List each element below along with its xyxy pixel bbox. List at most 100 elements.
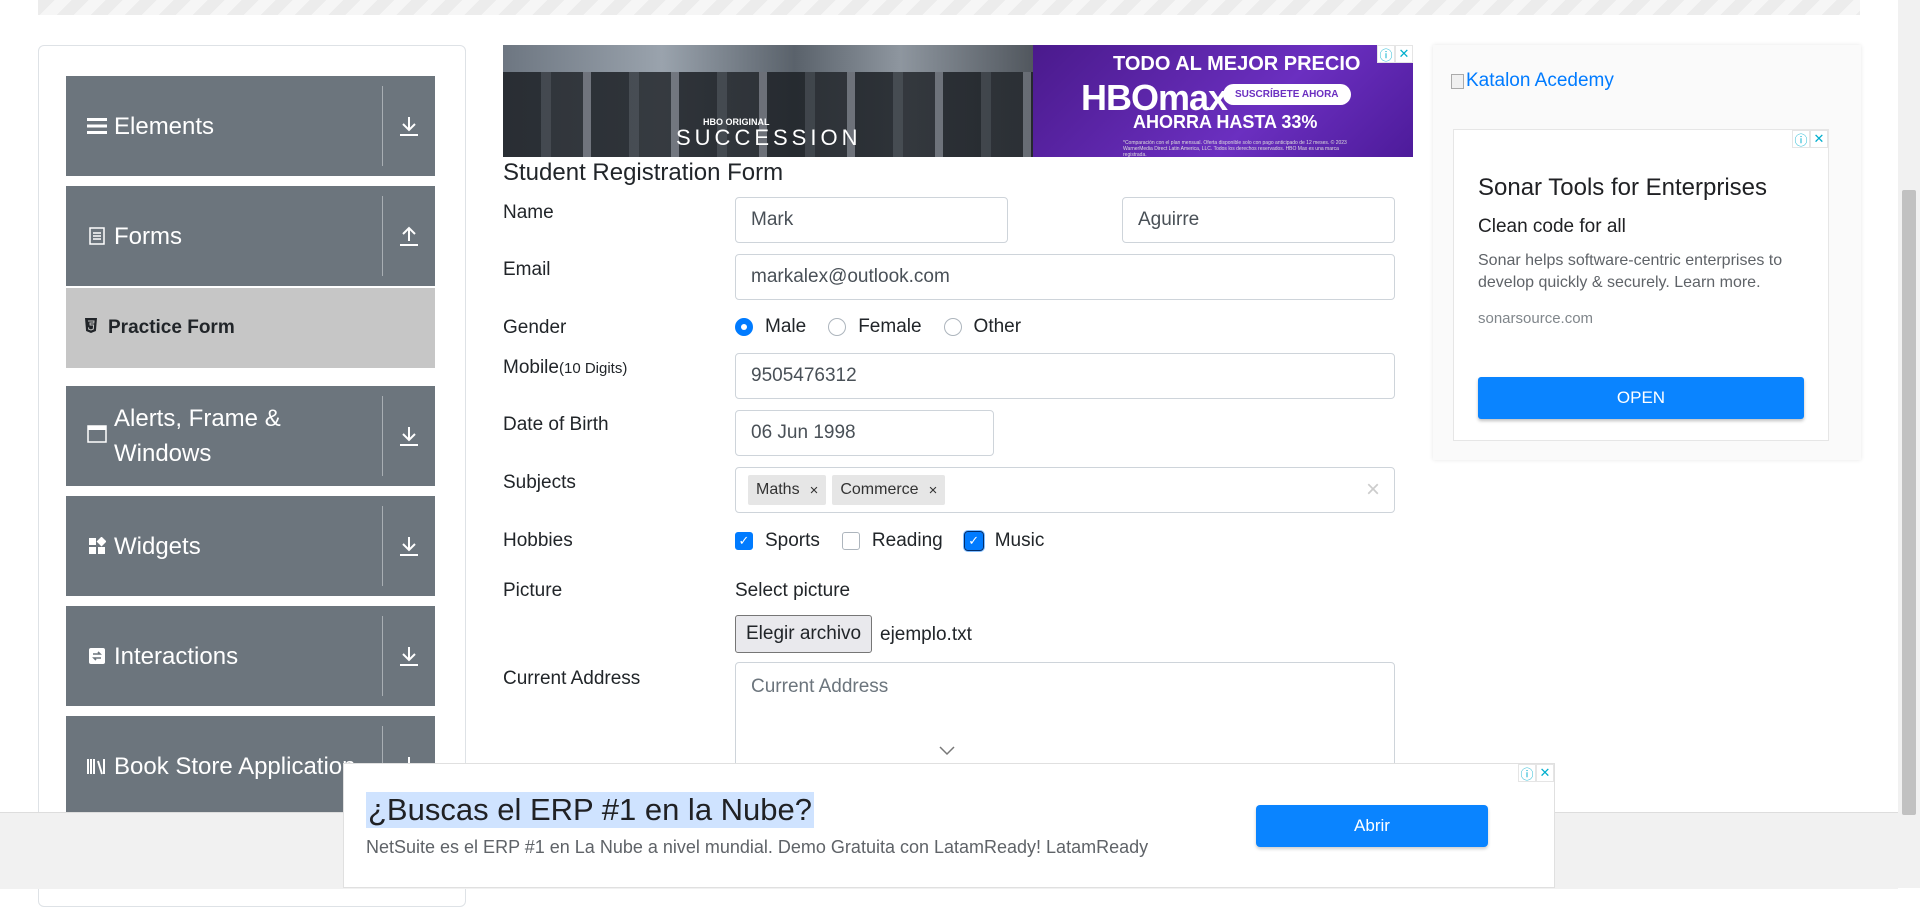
ad-info-icon[interactable]: ⓘ: [1377, 45, 1395, 63]
open-button[interactable]: OPEN: [1478, 377, 1804, 419]
date-of-birth-input[interactable]: 06 Jun 1998: [735, 410, 994, 456]
radio-button[interactable]: [943, 318, 962, 336]
side-ad: Katalon Acedemy ⓘ ✕ Sonar Tools for Ente…: [1433, 45, 1861, 460]
window-icon: [86, 423, 108, 445]
radio-button[interactable]: [735, 318, 753, 336]
last-name-input[interactable]: Aguirre: [1122, 197, 1395, 243]
checkbox[interactable]: [841, 532, 860, 550]
first-name-input[interactable]: Mark: [735, 197, 1008, 243]
download-icon[interactable]: [383, 496, 435, 596]
sidebar-group-elements[interactable]: Elements: [66, 76, 435, 176]
ad-close-icon[interactable]: ✕: [1536, 764, 1554, 782]
subject-chip: Maths ×: [748, 475, 827, 505]
banner-ad-promo: TODO AL MEJOR PRECIO HBOmax SUSCRÍBETE A…: [1033, 45, 1413, 157]
widgets-icon: [86, 535, 108, 557]
sonar-ad-body: Sonar helps software-centric enterprises…: [1478, 252, 1783, 291]
sonar-ad-title: Sonar Tools for Enterprises: [1478, 174, 1768, 201]
checkbox[interactable]: ✓: [735, 532, 753, 550]
books-icon: [86, 755, 108, 777]
banner-ad-headline: TODO AL MEJOR PRECIO: [1113, 53, 1361, 75]
document-icon: [86, 225, 108, 247]
subject-chip: Commerce ×: [832, 475, 946, 505]
radio-label: Male: [765, 316, 807, 337]
sidebar-group-widgets[interactable]: Widgets: [66, 496, 435, 596]
radio-button[interactable]: [828, 318, 847, 336]
current-address-label: Current Address: [503, 668, 641, 689]
menu-icon: [86, 115, 108, 137]
ad-choices: ⓘ ✕: [1377, 45, 1413, 63]
subjects-label: Subjects: [503, 472, 576, 493]
ad-close-icon[interactable]: ✕: [1395, 45, 1413, 63]
sidebar-group-alerts[interactable]: Alerts, Frame & Windows: [66, 386, 435, 486]
bottom-ad[interactable]: ⓘ ✕ ¿Buscas el ERP #1 en la Nube? NetSui…: [343, 763, 1555, 888]
clear-icon[interactable]: ×: [1366, 476, 1380, 504]
scrollbar[interactable]: [1898, 0, 1920, 888]
hobby-option-music[interactable]: ✓ Music: [963, 530, 1045, 552]
abrir-button[interactable]: Abrir: [1256, 805, 1488, 847]
broken-image-icon: [1451, 73, 1464, 89]
ad-info-icon[interactable]: ⓘ: [1518, 764, 1536, 782]
banner-ad-image: HBO ORIGINAL SUCCESSION: [503, 45, 1033, 157]
mobile-hint: (10 Digits): [558, 360, 628, 377]
hobbies-label: Hobbies: [503, 530, 573, 551]
gender-option-female[interactable]: Female: [828, 316, 922, 338]
ad-choices: ⓘ ✕: [1518, 764, 1554, 782]
email-label: Email: [503, 259, 551, 280]
ad-info-icon[interactable]: ⓘ: [1792, 130, 1810, 148]
interactions-icon: [86, 645, 108, 667]
banner-ad[interactable]: HBO ORIGINAL SUCCESSION TODO AL MEJOR PR…: [503, 45, 1413, 157]
download-icon[interactable]: [383, 76, 435, 176]
gender-radio-group: Male Female Other: [735, 316, 1043, 338]
banner-ad-savings: AHORRA HASTA 33%: [1133, 112, 1318, 132]
name-label: Name: [503, 202, 554, 223]
hobby-option-reading[interactable]: Reading: [841, 530, 943, 552]
download-icon[interactable]: [383, 386, 435, 486]
bottom-ad-headline: ¿Buscas el ERP #1 en la Nube?: [366, 792, 815, 828]
subjects-input[interactable]: Maths × Commerce × ×: [735, 467, 1395, 513]
sidebar-item-label: Practice Form: [108, 317, 235, 338]
picture-label: Picture: [503, 580, 563, 601]
html5-icon: [84, 317, 98, 339]
download-icon[interactable]: [383, 606, 435, 706]
chevron-down-icon[interactable]: [938, 744, 956, 762]
radio-label: Female: [858, 316, 922, 337]
scrollbar-thumb[interactable]: [1902, 190, 1916, 815]
page-title: Student Registration Form: [503, 159, 784, 186]
sidebar-group-label: Alerts, Frame & Windows: [114, 405, 281, 467]
select-picture-label: Select picture: [735, 580, 851, 601]
checkbox-label: Sports: [765, 530, 820, 551]
ad-choices: ⓘ ✕: [1792, 130, 1828, 148]
dob-label: Date of Birth: [503, 414, 609, 435]
sidebar-item-practice-form[interactable]: Practice Form: [66, 288, 435, 368]
gender-option-male[interactable]: Male: [735, 316, 806, 338]
radio-label: Other: [973, 316, 1022, 337]
email-input[interactable]: markalex@outlook.com: [735, 254, 1395, 300]
hobbies-checkbox-group: ✓ Sports Reading ✓ Music: [735, 530, 1066, 552]
file-name: ejemplo.txt: [880, 624, 972, 645]
chip-remove-icon[interactable]: ×: [800, 482, 827, 499]
sidebar-group-interactions[interactable]: Interactions: [66, 606, 435, 706]
bottom-ad-description: NetSuite es el ERP #1 en La Nube a nivel…: [366, 837, 1149, 857]
mobile-label: Mobile(10 Digits): [503, 357, 628, 378]
checkbox-label: Music: [994, 530, 1045, 551]
gender-option-other[interactable]: Other: [943, 316, 1022, 338]
katalon-link-text: Katalon Acedemy: [1466, 70, 1614, 91]
mobile-input[interactable]: 9505476312: [735, 353, 1395, 399]
banner-ad-show-title: SUCCESSION: [676, 125, 862, 150]
ad-close-icon[interactable]: ✕: [1810, 130, 1828, 148]
checkbox-label: Reading: [871, 530, 943, 551]
choose-file-button[interactable]: Elegir archivo: [735, 615, 873, 653]
sonar-ad-url: sonarsource.com: [1478, 310, 1594, 327]
gender-label: Gender: [503, 317, 567, 338]
upload-icon[interactable]: [383, 186, 435, 286]
checkbox[interactable]: ✓: [963, 531, 984, 551]
banner-ad-subscribe-button[interactable]: SUSCRÍBETE AHORA: [1223, 84, 1351, 105]
top-decoration: [38, 0, 1860, 15]
chip-remove-icon[interactable]: ×: [919, 482, 946, 499]
sonar-ad[interactable]: ⓘ ✕ Sonar Tools for Enterprises Clean co…: [1453, 129, 1829, 441]
hobby-option-sports[interactable]: ✓ Sports: [735, 530, 820, 552]
sidebar-group-forms[interactable]: Forms: [66, 186, 435, 286]
sonar-ad-subtitle: Clean code for all: [1478, 216, 1626, 237]
katalon-link[interactable]: Katalon Acedemy: [1451, 70, 1614, 92]
banner-ad-fine-print: *Comparación con el plan mensual. Oferta…: [1123, 140, 1347, 157]
